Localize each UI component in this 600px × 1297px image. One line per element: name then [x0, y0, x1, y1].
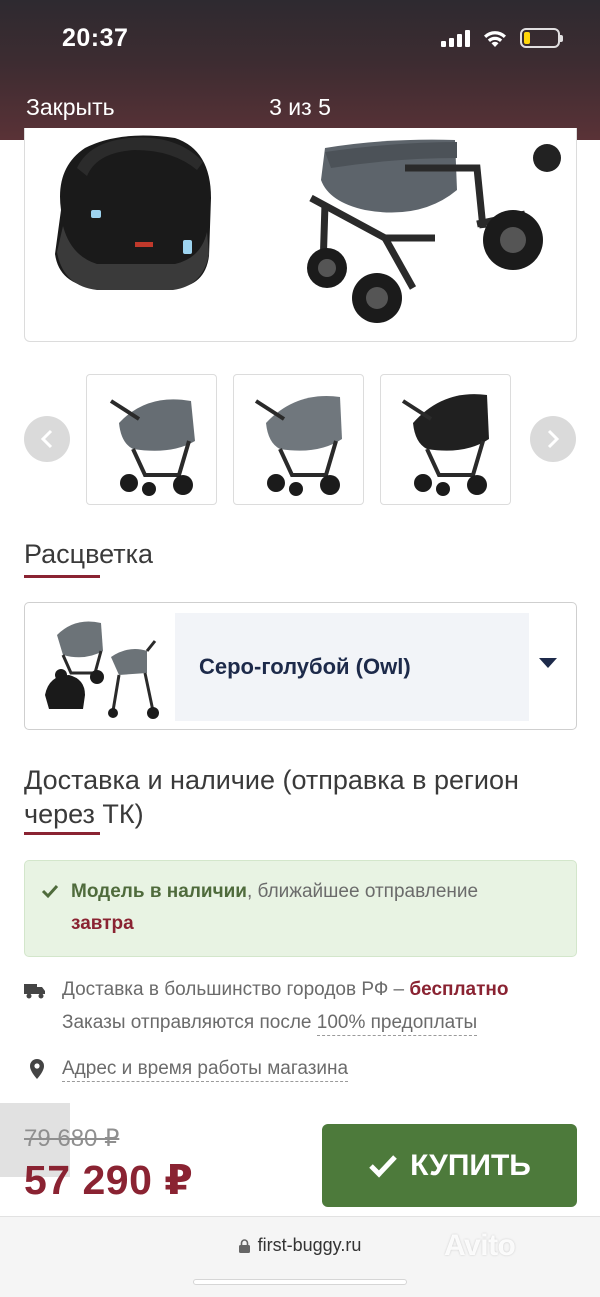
thumbnail-2[interactable] [233, 374, 364, 505]
old-price: 79 680 ₽ [24, 1125, 120, 1152]
close-button[interactable]: Закрыть [26, 94, 115, 121]
stroller-thumbnail-image [109, 399, 195, 496]
orders-text: Заказы отправляются после [62, 1012, 317, 1033]
stroller-photo [55, 135, 561, 323]
battery-icon [520, 28, 563, 48]
availability-status: Модель в наличии [71, 881, 247, 902]
stroller-thumbnail-image [254, 396, 342, 496]
wifi-icon [484, 30, 506, 47]
chevron-left-icon [40, 429, 53, 449]
prepayment-link[interactable]: 100% предоплаты [316, 1012, 478, 1036]
thumbnail-3[interactable] [380, 374, 511, 505]
title-underline [24, 575, 100, 578]
gallery-header: 20:37 Закрыть 3 из 5 [0, 0, 600, 140]
thumbnail-1[interactable] [86, 374, 217, 505]
check-icon [369, 1154, 397, 1178]
color-section-title: Расцветка [24, 539, 154, 569]
current-price: 57 290 ₽ [24, 1157, 194, 1203]
delivery-info: Доставка в большинство городов РФ – бесп… [62, 979, 509, 1001]
availability-day: завтра [71, 913, 134, 934]
availability-text: Модель в наличии, ближайшее отправление [71, 881, 478, 903]
next-image-button[interactable] [530, 416, 576, 462]
lock-icon [238, 1239, 250, 1253]
color-select[interactable]: Серо-голубой (Owl) [24, 602, 577, 730]
url-text: first-buggy.ru [257, 1235, 362, 1255]
location-pin-icon [30, 1059, 44, 1079]
color-select-value: Серо-голубой (Owl) [199, 654, 411, 679]
buy-button[interactable]: КУПИТЬ [322, 1124, 577, 1207]
signal-icon [441, 29, 470, 47]
delivery-section-title: Доставка и наличие (отправка в регион че… [24, 765, 519, 829]
product-main-image[interactable] [24, 128, 577, 342]
chevron-right-icon [547, 429, 560, 449]
delivery-free: бесплатно [409, 979, 509, 1000]
status-icons [441, 28, 563, 48]
caret-down-icon[interactable] [539, 658, 557, 668]
avito-watermark: Avito [444, 1229, 516, 1262]
availability-detail: , ближайшее отправление [246, 881, 479, 902]
buy-button-label: КУПИТЬ [410, 1148, 531, 1182]
color-select-value-box[interactable]: Серо-голубой (Owl) [175, 613, 529, 721]
title-underline [24, 832, 100, 835]
prev-image-button[interactable] [24, 416, 70, 462]
browser-bottom-bar: first-buggy.ru Avito [0, 1216, 600, 1297]
orders-info: Заказы отправляются после 100% предоплат… [62, 1012, 478, 1036]
status-time: 20:37 [62, 24, 129, 52]
truck-icon [24, 984, 45, 999]
store-address-link[interactable]: Адрес и время работы магазина [62, 1058, 349, 1082]
address-info: Адрес и время работы магазина [62, 1058, 349, 1082]
check-icon [41, 884, 59, 899]
delivery-text: Доставка в большинство городов РФ – [62, 979, 410, 1000]
availability-box: Модель в наличии, ближайшее отправление … [24, 860, 577, 957]
stroller-thumbnail-image [401, 394, 489, 496]
home-indicator[interactable] [193, 1279, 407, 1285]
color-preview-image [45, 621, 159, 719]
